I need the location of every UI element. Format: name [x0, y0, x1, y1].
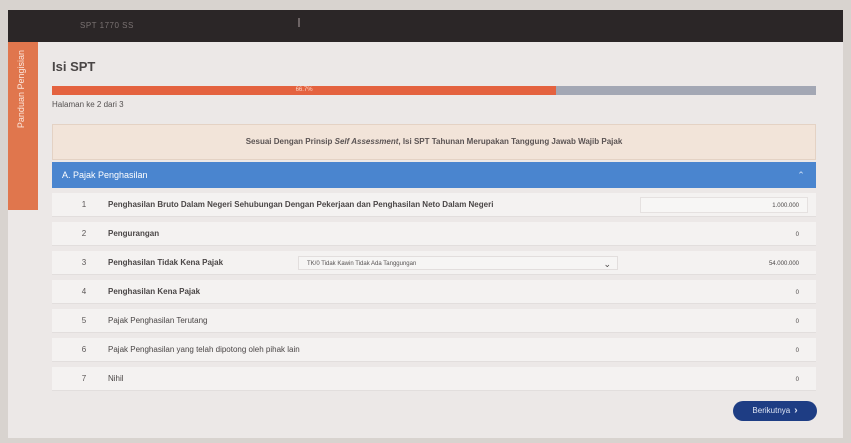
- progress-bar: 66.7%: [52, 86, 816, 95]
- table-row: 6 Pajak Penghasilan yang telah dipotong o…: [52, 338, 816, 362]
- notice-emphasis: Self Assessment: [334, 137, 399, 146]
- row-label: Pajak Penghasilan Terutang: [108, 316, 208, 325]
- row-number: 1: [81, 200, 87, 209]
- row-number: 6: [81, 345, 87, 354]
- row-value-field: 0: [795, 319, 799, 325]
- notice-prefix: Sesuai Dengan Prinsip: [245, 137, 335, 146]
- row-value-field: 0: [795, 290, 799, 296]
- row-value-field: 54.000.000: [768, 261, 799, 267]
- self-assessment-notice: Sesuai Dengan Prinsip Self Assessment, I…: [52, 124, 816, 160]
- chevron-up-icon[interactable]: ⌃: [794, 168, 808, 182]
- row-label: Penghasilan Tidak Kena Pajak: [108, 258, 224, 267]
- brand-text: SPT 1770 SS: [80, 21, 134, 30]
- table-row: 2 Pengurangan 0: [52, 222, 816, 246]
- table-row: 1 Penghasilan Bruto Dalam Negeri Sehubung…: [52, 193, 816, 217]
- row-label: Penghasilan Bruto Dalam Negeri Sehubunga…: [108, 200, 494, 209]
- chevron-right-icon: ›: [794, 405, 798, 416]
- chevron-down-icon: ⌄: [603, 259, 611, 269]
- row-number: 4: [81, 287, 87, 296]
- section-title: A. Pajak Penghasilan: [62, 170, 148, 180]
- table-row: 7 Nihil 0: [52, 367, 816, 391]
- table-row: 4 Penghasilan Kena Pajak 0: [52, 280, 816, 304]
- app-screen: SPT 1770 SS Panduan Pengisian Isi SPT 66…: [8, 10, 843, 438]
- row-number: 2: [81, 229, 87, 238]
- guide-side-tab-label: Panduan Pengisian: [16, 50, 26, 129]
- ptkp-status-select-value: TK/0 Tidak Kawin Tidak Ada Tanggungan: [307, 261, 417, 267]
- ptkp-status-select[interactable]: TK/0 Tidak Kawin Tidak Ada Tanggungan ⌄: [298, 256, 618, 270]
- top-bar-marker: [298, 18, 300, 27]
- row-number: 7: [81, 374, 87, 383]
- row-label: Nihil: [108, 374, 124, 383]
- guide-side-tab[interactable]: Panduan Pengisian: [8, 42, 38, 210]
- row-value-field[interactable]: 1.000.000: [640, 197, 808, 213]
- row-label: Penghasilan Kena Pajak: [108, 287, 201, 296]
- row-number: 3: [81, 258, 87, 267]
- page-counter: Halaman ke 2 dari 3: [52, 100, 124, 109]
- row-value-field: 0: [795, 348, 799, 354]
- page-title: Isi SPT: [52, 59, 96, 74]
- table-row: 3 Penghasilan Tidak Kena Pajak TK/0 Tidak …: [52, 251, 816, 275]
- notice-suffix: , Isi SPT Tahunan Merupakan Tanggung Jaw…: [398, 137, 623, 146]
- row-value-field: 0: [795, 232, 799, 238]
- row-number: 5: [81, 316, 87, 325]
- row-value-field: 0: [795, 377, 799, 383]
- next-button[interactable]: Berikutnya ›: [733, 401, 817, 421]
- section-header-pajak-penghasilan[interactable]: A. Pajak Penghasilan ⌃: [52, 162, 816, 188]
- next-button-label: Berikutnya: [752, 406, 791, 415]
- row-label: Pajak Penghasilan yang telah dipotong ol…: [108, 345, 300, 354]
- progress-bar-text: 66.7%: [295, 87, 313, 93]
- top-bar: SPT 1770 SS: [8, 10, 843, 42]
- row-label: Pengurangan: [108, 229, 160, 238]
- table-row: 5 Pajak Penghasilan Terutang 0: [52, 309, 816, 333]
